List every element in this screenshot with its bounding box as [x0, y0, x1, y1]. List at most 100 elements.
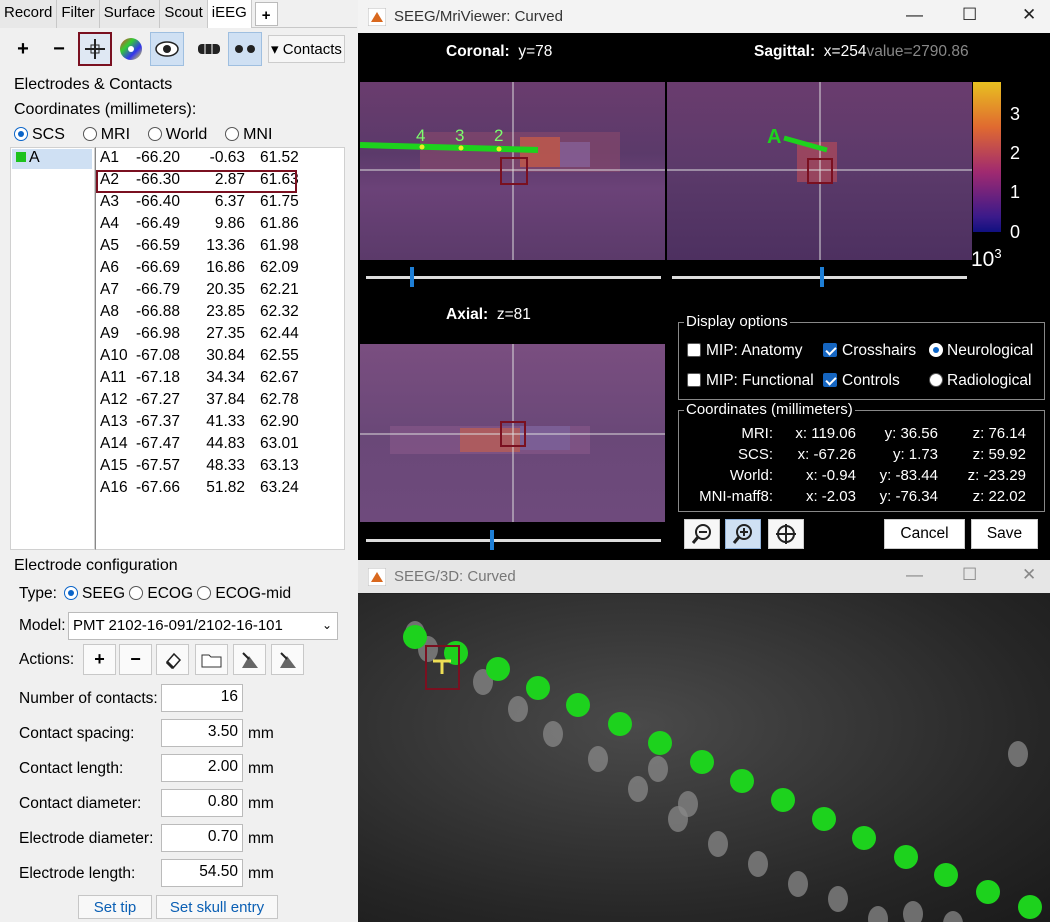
type-ecog-radio[interactable]: ECOG	[129, 585, 193, 602]
minimize-button[interactable]: —	[906, 5, 923, 25]
remove-electrode-button[interactable]: −	[42, 32, 76, 66]
config-field-unit: mm	[248, 725, 274, 742]
electrode-contact[interactable]	[976, 880, 1000, 904]
config-field-unit: mm	[248, 865, 274, 882]
contact-x: -66.79	[136, 281, 180, 298]
coord-z: z: 22.02	[972, 488, 1026, 505]
electrode-bar-icon	[198, 44, 220, 54]
add-tab-button[interactable]: +	[254, 2, 278, 26]
cancel-button[interactable]: Cancel	[884, 519, 965, 549]
maximize-button[interactable]: ☐	[962, 5, 977, 25]
electrode-contact[interactable]	[566, 693, 590, 717]
eye-icon	[155, 41, 179, 57]
3d-view[interactable]	[358, 594, 1050, 922]
set-skull-entry-button[interactable]: Set skull entry	[156, 895, 278, 919]
mri-viewer-window: SEEG/MriViewer: Curved — ☐ ✕ Coronal: y=…	[358, 0, 1050, 560]
electrode-contact[interactable]	[608, 712, 632, 736]
coronal-view[interactable]: 4 3 2	[360, 82, 665, 260]
sagittal-slider[interactable]	[672, 267, 967, 287]
config-field-input[interactable]: 0.80	[161, 789, 243, 817]
electrode-contact[interactable]	[894, 845, 918, 869]
contact-name: A6	[100, 259, 119, 276]
config-field-label: Contact diameter:	[19, 795, 142, 812]
s3d-maximize-button[interactable]: ☐	[962, 565, 977, 585]
close-button[interactable]: ✕	[1022, 5, 1036, 25]
config-field-input[interactable]: 0.70	[161, 824, 243, 852]
electrode-contact[interactable]	[812, 807, 836, 831]
type-seeg-radio[interactable]: SEEG	[64, 585, 125, 602]
tab-scout[interactable]: Scout	[160, 0, 208, 28]
coronal-slider-knob[interactable]	[410, 267, 415, 287]
s3d-close-button[interactable]: ✕	[1022, 565, 1036, 585]
coord-scs-radio[interactable]: SCS	[14, 126, 65, 143]
electrode-contact[interactable]	[526, 676, 550, 700]
axial-slider[interactable]	[366, 530, 661, 550]
config-field-input[interactable]: 54.50	[161, 859, 243, 887]
electrode-contact[interactable]	[486, 657, 510, 681]
electrode-contact[interactable]	[648, 731, 672, 755]
tab-ieeg[interactable]: iEEG	[207, 0, 252, 28]
crosshair-button[interactable]	[78, 32, 112, 66]
radio-icon	[929, 343, 943, 357]
contact-z: 61.98	[260, 237, 299, 254]
electrode-contact[interactable]	[1018, 895, 1042, 919]
coronal-title: Coronal: y=78	[446, 43, 553, 60]
export-button[interactable]	[271, 644, 304, 675]
coord-sys: World:	[729, 467, 773, 484]
display-contacts-button[interactable]	[228, 32, 262, 66]
s3d-minimize-button[interactable]: —	[906, 565, 923, 585]
model-select[interactable]: PMT 2102-16-091/2102-16-101 ⌄	[68, 612, 338, 640]
config-field-input[interactable]: 2.00	[161, 754, 243, 782]
remove-contact-button[interactable]: −	[119, 644, 152, 675]
electrode-item-a[interactable]: A	[12, 149, 92, 169]
electrode-contact[interactable]	[690, 750, 714, 774]
type-ecogmid-radio[interactable]: ECOG-mid	[197, 585, 291, 602]
coord-mni-radio[interactable]: MNI	[225, 126, 272, 143]
display-option-mip-functional[interactable]: MIP: Functional	[687, 372, 814, 390]
display-option-crosshairs[interactable]: Crosshairs	[823, 342, 916, 360]
electrode-contact[interactable]	[730, 769, 754, 793]
add-electrode-button[interactable]: +	[6, 32, 40, 66]
actions-label: Actions:	[19, 651, 75, 668]
tab-record[interactable]: Record	[0, 0, 58, 28]
color-button[interactable]	[114, 32, 148, 66]
config-field-input[interactable]: 3.50	[161, 719, 243, 747]
coord-world-radio[interactable]: World	[147, 126, 207, 143]
coord-mri-radio[interactable]: MRI	[82, 126, 130, 143]
sagittal-view[interactable]: A	[667, 82, 972, 260]
gray-contact	[748, 851, 768, 877]
contact-y: 6.37	[214, 193, 245, 210]
config-field-input[interactable]: 16	[161, 684, 243, 712]
display-option-radiological[interactable]: Radiological	[929, 372, 1031, 390]
electrode-contact[interactable]	[771, 788, 795, 812]
reset-view-button[interactable]	[768, 519, 804, 549]
contact-z: 63.13	[260, 457, 299, 474]
axial-slider-knob[interactable]	[489, 530, 494, 550]
electrode-contact[interactable]	[852, 826, 876, 850]
zoom-in-button[interactable]	[725, 519, 761, 549]
contacts-dots-icon	[235, 45, 255, 53]
electrode-contact[interactable]	[934, 863, 958, 887]
axial-view[interactable]	[360, 344, 665, 522]
open-folder-button[interactable]	[195, 644, 228, 675]
tab-filter[interactable]: Filter	[57, 0, 100, 28]
show-hide-button[interactable]	[150, 32, 184, 66]
sagittal-slider-knob[interactable]	[819, 267, 824, 287]
contact-y: 41.33	[206, 413, 245, 430]
contact-name: A9	[100, 325, 119, 342]
display-option-controls[interactable]: Controls	[823, 372, 900, 390]
electrode-contact[interactable]	[403, 625, 427, 649]
eraser-button[interactable]	[156, 644, 189, 675]
display-option-mip-anatomy[interactable]: MIP: Anatomy	[687, 342, 802, 360]
contacts-dropdown[interactable]: ▾ Contacts	[268, 35, 345, 63]
zoom-out-button[interactable]	[684, 519, 720, 549]
save-button[interactable]: Save	[971, 519, 1038, 549]
display-option-label: MIP: Functional	[706, 372, 814, 389]
coronal-slider[interactable]	[366, 267, 661, 287]
display-mode-button[interactable]	[192, 32, 226, 66]
set-tip-button[interactable]: Set tip	[78, 895, 152, 919]
import-button[interactable]	[233, 644, 266, 675]
tab-surface[interactable]: Surface	[99, 0, 161, 28]
add-contact-button[interactable]: +	[83, 644, 116, 675]
display-option-neurological[interactable]: Neurological	[929, 342, 1033, 360]
